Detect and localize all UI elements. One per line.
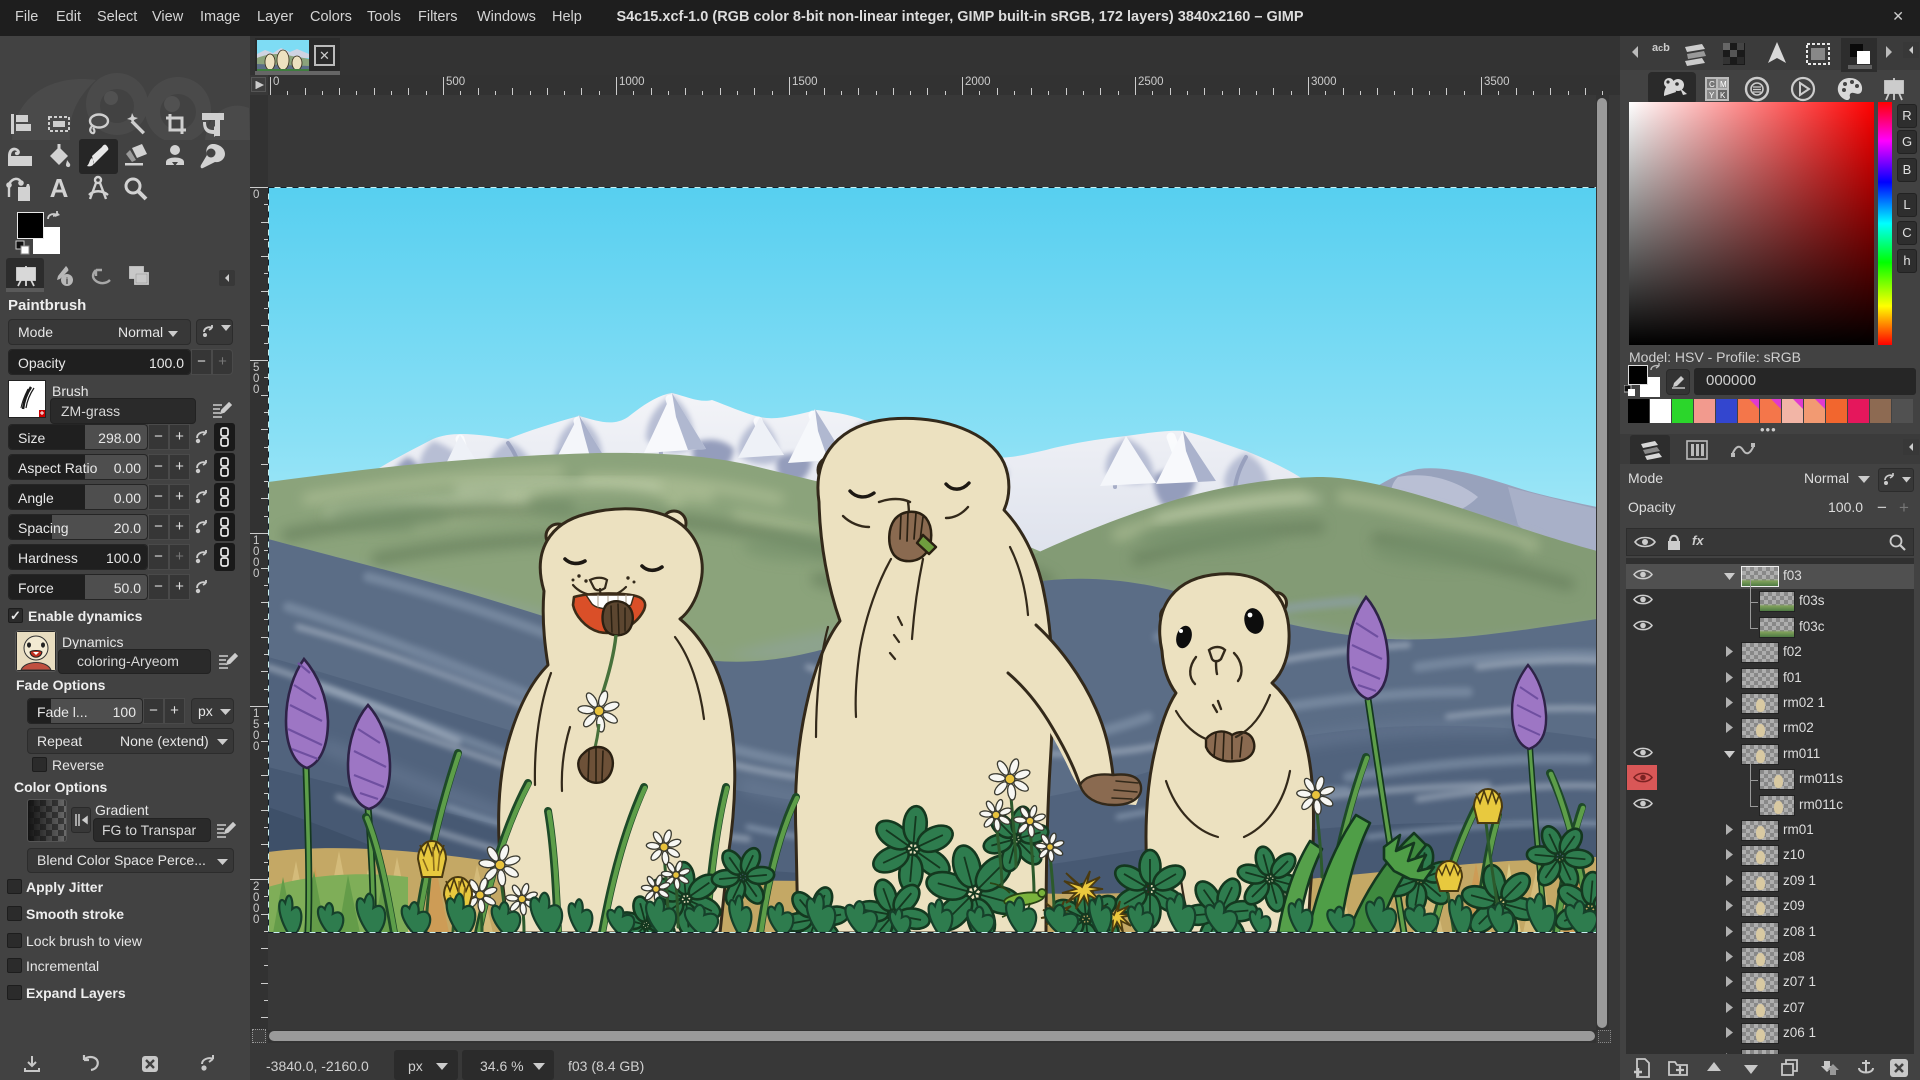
svg-text:i: i	[66, 276, 69, 286]
svg-text:A: A	[50, 175, 69, 201]
svg-text:Y: Y	[1709, 91, 1715, 100]
svg-text:K: K	[1720, 91, 1726, 100]
svg-text:M: M	[1720, 80, 1727, 89]
svg-text:C: C	[1709, 80, 1715, 89]
